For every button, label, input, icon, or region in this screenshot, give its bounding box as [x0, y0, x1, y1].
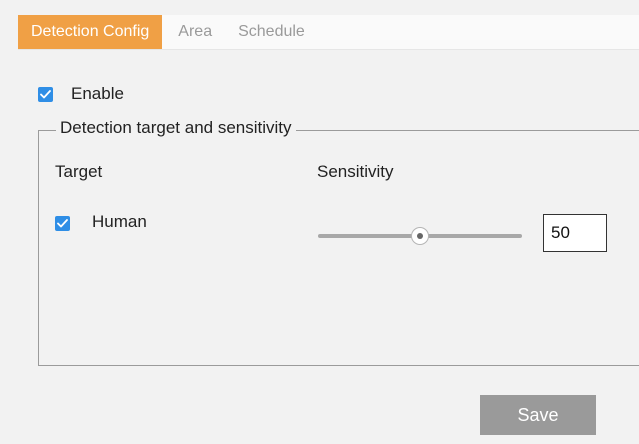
group-legend: Detection target and sensitivity [56, 118, 296, 138]
check-icon [57, 219, 68, 228]
slider-thumb[interactable] [411, 227, 429, 245]
target-column-header: Target [55, 162, 103, 181]
save-button[interactable]: Save [480, 395, 596, 435]
sensitivity-input[interactable] [543, 214, 607, 252]
check-icon [40, 90, 51, 99]
enable-label: Enable [71, 84, 124, 103]
sensitivity-column-header: Sensitivity [317, 162, 394, 181]
tab-bar: Detection Config Area Schedule [18, 15, 639, 50]
human-label: Human [92, 212, 147, 231]
human-checkbox[interactable] [55, 216, 70, 231]
tab-schedule[interactable]: Schedule [226, 15, 319, 49]
tab-area[interactable]: Area [162, 15, 226, 49]
enable-checkbox[interactable] [38, 87, 53, 102]
tab-detection-config[interactable]: Detection Config [18, 15, 163, 49]
slider-thumb-dot [417, 233, 423, 239]
